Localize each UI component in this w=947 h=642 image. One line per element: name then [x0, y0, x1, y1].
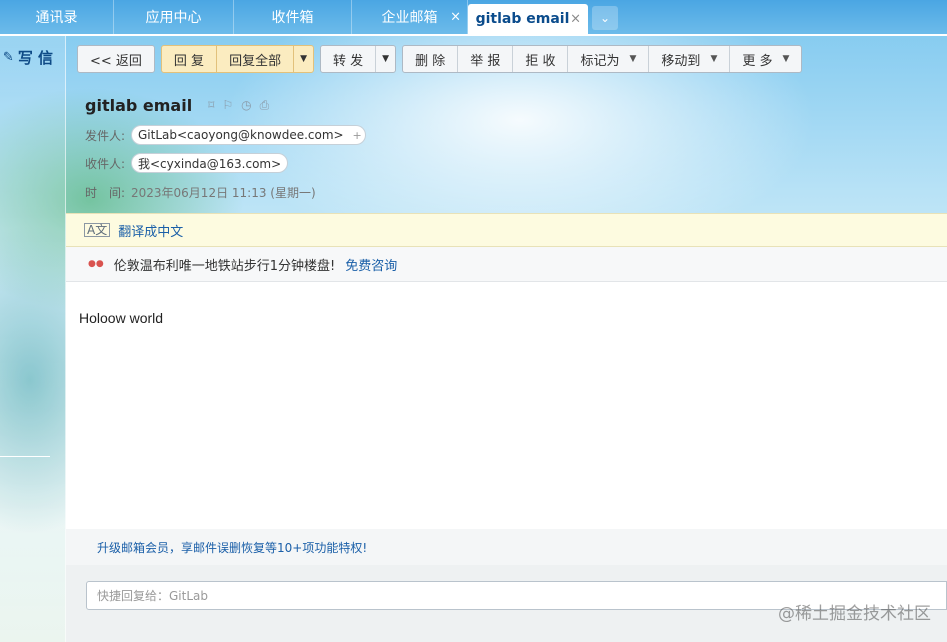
upgrade-link[interactable]: 升级邮箱会员，享邮件误删恢复等10+项功能特权! [97, 539, 367, 556]
bookmark-icon[interactable]: ⌑ [208, 98, 214, 113]
close-icon[interactable]: × [570, 12, 581, 27]
back-group: << 返回 [77, 45, 155, 73]
sent-time: 2023年06月12日 11:13 (星期一) [131, 186, 316, 200]
translate-bar: A文 翻译成中文 [66, 213, 947, 247]
clock-icon[interactable]: ◷ [241, 98, 251, 113]
tab-label: 通讯录 [35, 10, 78, 26]
chevron-down-icon[interactable]: ▼ [294, 46, 313, 72]
tab-label: 企业邮箱 [381, 10, 438, 26]
mail-reader: << 返回 回 复 回复全部 ▼ 转 发 ▼ 删 除 举 报 拒 收 标记为 ▼ … [66, 36, 947, 642]
time-label: 时 间: [85, 186, 126, 200]
sender-label: 发件人: [85, 128, 126, 143]
chevron-down-icon: ▼ [629, 54, 637, 64]
tab-inbox[interactable]: 收件箱 [234, 0, 352, 34]
compose-label: 写 信 [17, 48, 54, 67]
chevron-down-icon[interactable]: ▼ [376, 46, 395, 72]
forward-button[interactable]: 转 发 [321, 46, 377, 72]
mark-as-button[interactable]: 标记为 ▼ [568, 46, 650, 72]
chevron-down-icon: ▼ [782, 54, 790, 64]
chevron-down-icon: ▼ [710, 54, 718, 64]
email-body-text: Holoow world [79, 310, 164, 326]
print-icon[interactable]: ⎙ [260, 98, 270, 113]
chevron-down-icon[interactable]: ⌄ [592, 6, 618, 30]
tab-gitlab-email[interactable]: gitlab email × [468, 4, 588, 34]
reply-group: 回 复 回复全部 ▼ [160, 45, 314, 73]
header-icons: ⌑ ⚐ ◷ ⎙ [208, 98, 269, 113]
email-subject: gitlab email [85, 96, 193, 115]
reply-button[interactable]: 回 复 [162, 46, 218, 72]
flag-icon[interactable]: ⚐ [222, 98, 233, 113]
sender-chip[interactable]: GitLab<caoyong@knowdee.com> [131, 125, 351, 145]
close-icon[interactable]: × [450, 10, 461, 25]
watermark: @稀土掘金技术社区 [778, 604, 931, 624]
email-header: gitlab email ⌑ ⚐ ◷ ⎙ [85, 96, 269, 115]
sidebar-divider [0, 456, 50, 457]
recipient-row: 收件人: 我<cyxinda@163.com> [85, 153, 289, 173]
ad-icon: ●● [88, 259, 104, 269]
ad-text: 伦敦温布利唯一地铁站步行1分钟楼盘! [113, 258, 336, 274]
forward-group: 转 发 ▼ [320, 45, 397, 73]
compose-button[interactable]: ✎ 写 信 [0, 42, 56, 72]
tab-label: 应用中心 [145, 10, 202, 26]
more-button[interactable]: 更 多 ▼ [730, 46, 801, 72]
move-to-button[interactable]: 移动到 ▼ [649, 46, 731, 72]
pen-icon: ✎ [2, 49, 14, 65]
email-body: Holoow world [66, 282, 947, 529]
sender-row: 发件人: GitLab<caoyong@knowdee.com> + [85, 125, 366, 145]
reply-all-button[interactable]: 回复全部 [217, 46, 295, 72]
recipient-chip[interactable]: 我<cyxinda@163.com> [131, 153, 289, 173]
add-contact-icon[interactable]: + [349, 125, 366, 145]
upgrade-bar: 升级邮箱会员，享邮件误删恢复等10+项功能特权! [66, 529, 947, 565]
time-row: 时 间: 2023年06月12日 11:13 (星期一) [85, 184, 316, 201]
recipient-label: 收件人: [85, 156, 126, 171]
move-to-label: 移动到 [661, 53, 701, 69]
ad-bar: ●● 伦敦温布利唯一地铁站步行1分钟楼盘! 免费咨询 [66, 247, 947, 282]
ad-link[interactable]: 免费咨询 [345, 255, 397, 274]
action-group: 删 除 举 报 拒 收 标记为 ▼ 移动到 ▼ 更 多 ▼ [402, 45, 803, 73]
translate-link[interactable]: 翻译成中文 [118, 221, 183, 240]
tab-enterprise-mail[interactable]: 企业邮箱 × [352, 0, 468, 34]
reject-button[interactable]: 拒 收 [513, 46, 569, 72]
tab-label: gitlab email [475, 11, 570, 27]
tab-contacts[interactable]: 通讯录 [0, 0, 114, 34]
mark-as-label: 标记为 [580, 53, 620, 69]
translate-icon: A文 [84, 223, 111, 237]
tab-label: 收件箱 [271, 10, 314, 26]
toolbar: << 返回 回 复 回复全部 ▼ 转 发 ▼ 删 除 举 报 拒 收 标记为 ▼ … [77, 45, 803, 73]
delete-button[interactable]: 删 除 [403, 46, 459, 72]
back-button[interactable]: << 返回 [78, 46, 154, 72]
tab-app-center[interactable]: 应用中心 [114, 0, 234, 34]
report-button[interactable]: 举 报 [458, 46, 514, 72]
sidebar: ✎ 写 信 [0, 36, 66, 642]
more-label: 更 多 [742, 53, 773, 69]
tab-bar: 通讯录 应用中心 收件箱 企业邮箱 × gitlab email × ⌄ [0, 0, 947, 34]
